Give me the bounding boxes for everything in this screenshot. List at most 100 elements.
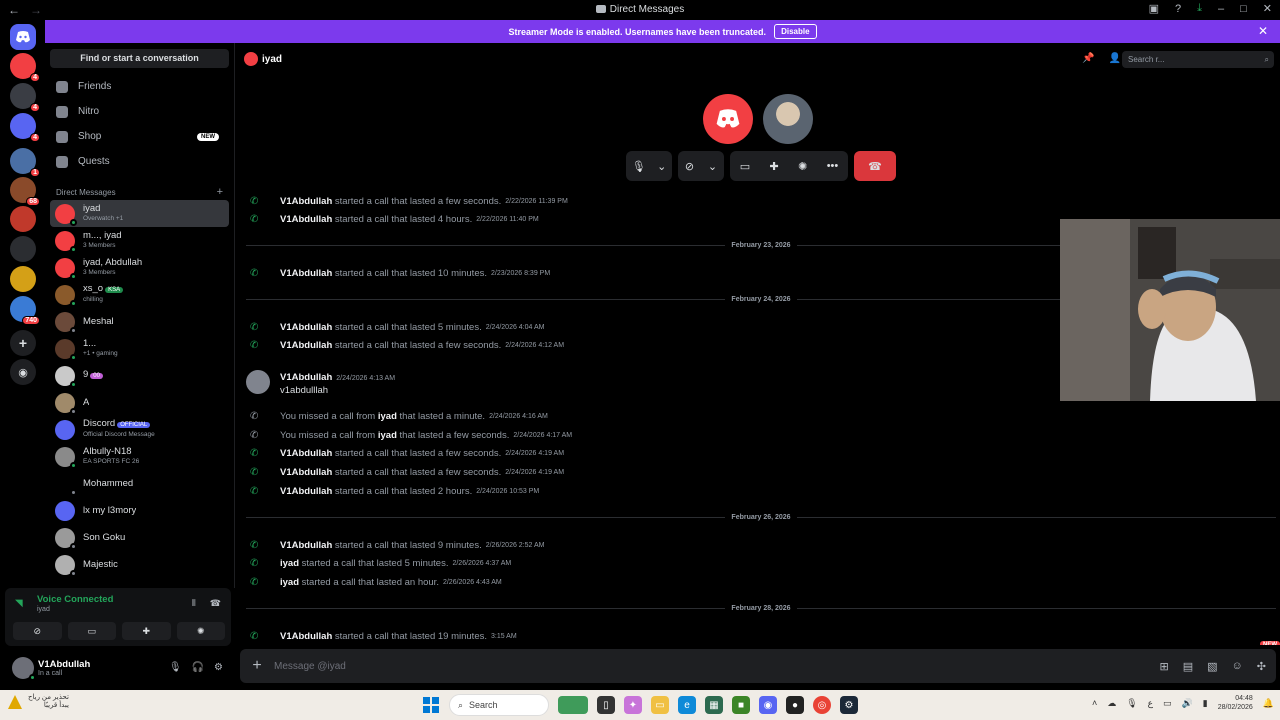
discover-icon[interactable]: ◉	[10, 359, 36, 385]
nav-item-friends[interactable]: Friends	[50, 74, 229, 99]
nav-item-quests[interactable]: Quests	[50, 149, 229, 174]
download-icon[interactable]: ⤓	[1197, 2, 1202, 15]
chrome-icon[interactable]: ◎	[813, 696, 831, 714]
call-participant-avatar[interactable]	[703, 94, 753, 144]
network-icon[interactable]: ▭	[1163, 698, 1172, 709]
volume-icon[interactable]: 🔊	[1182, 698, 1193, 709]
settings-gear-icon[interactable]: ⚙	[214, 662, 223, 673]
dm-list-item[interactable]: Mohammed	[50, 470, 229, 497]
dm-list-item[interactable]: Albully-N18 EA SPORTS FC 26	[50, 443, 229, 470]
game-app-icon[interactable]: ●	[786, 696, 804, 714]
add-friends-to-dm-icon[interactable]: 👤	[1109, 53, 1121, 64]
author-name[interactable]: iyad	[378, 411, 397, 422]
dm-list-item[interactable]: Discord OFFICIAL Official Discord Message	[50, 416, 229, 443]
search-input[interactable]: Search r... ⌕	[1122, 51, 1274, 68]
author-name[interactable]: iyad	[378, 430, 397, 441]
server-icon[interactable]: 4	[10, 113, 40, 142]
pin-icon[interactable]: 📌	[1082, 53, 1094, 64]
chevron-up-icon[interactable]: ˄	[1092, 698, 1097, 708]
sticker-icon[interactable]: ▧	[1207, 660, 1217, 673]
server-icon[interactable]: 68	[10, 177, 40, 206]
voice-status[interactable]: Voice Connected	[37, 594, 113, 605]
create-dm-icon[interactable]: +	[217, 186, 223, 198]
author-name[interactable]: V1Abdullah	[280, 467, 332, 478]
minecraft-icon[interactable]: ■	[732, 696, 750, 714]
author-name[interactable]: iyad	[280, 577, 299, 588]
avatar[interactable]	[12, 656, 36, 681]
disconnect-icon[interactable]: ☎	[210, 598, 221, 609]
server-icon[interactable]: 740	[10, 296, 40, 325]
task-view-icon[interactable]: ▯	[597, 696, 615, 714]
server-icon[interactable]	[10, 206, 36, 232]
upload-plus-icon[interactable]: +	[240, 657, 274, 675]
taskbar-search[interactable]: ⌕ Search	[449, 694, 549, 716]
file-explorer-icon[interactable]: ▭	[651, 696, 669, 714]
camera-off-button[interactable]: ⊘	[13, 622, 62, 640]
dm-list-item[interactable]: Majestic	[50, 551, 229, 578]
discord-taskbar-icon[interactable]: ◉	[759, 696, 777, 714]
author-name[interactable]: V1Abdullah	[280, 631, 332, 642]
microphone-icon[interactable]: 🎙	[169, 662, 182, 673]
close-window-button[interactable]: ✕	[1263, 2, 1272, 15]
noise-suppression-icon[interactable]: ⦀	[192, 598, 196, 609]
screen-share-icon[interactable]: ▭	[740, 160, 750, 173]
dm-list-item[interactable]: xs_o KSA chilling	[50, 281, 229, 308]
store-icon[interactable]: ▦	[705, 696, 723, 714]
nav-item-nitro[interactable]: Nitro	[50, 99, 229, 124]
help-icon[interactable]: ?	[1175, 3, 1181, 15]
author-name[interactable]: iyad	[280, 558, 299, 569]
notifications-icon[interactable]: 🔔	[1263, 698, 1274, 709]
clock[interactable]: 04:48 28/02/2026	[1218, 694, 1253, 712]
author-name[interactable]: V1Abdullah	[280, 322, 332, 333]
input-language[interactable]: ع	[1148, 698, 1153, 709]
author-name[interactable]: V1Abdullah	[280, 340, 332, 351]
home-button[interactable]	[10, 24, 36, 50]
edge-icon[interactable]: e	[678, 696, 696, 714]
gif-icon[interactable]: ▤	[1183, 660, 1193, 673]
weather-widget[interactable]: تحذير من رياح يبدأ قريبًا	[8, 694, 69, 710]
avatar[interactable]	[246, 369, 270, 394]
dm-list-item[interactable]: iyad Overwatch +1	[50, 200, 229, 227]
dm-list-item[interactable]: Meshal	[50, 308, 229, 335]
emoji-icon[interactable]: ☺	[1232, 660, 1243, 673]
maximize-button[interactable]: □	[1240, 3, 1247, 15]
activities-icon[interactable]: ✚	[769, 160, 778, 173]
server-icon[interactable]	[10, 266, 36, 292]
inbox-icon[interactable]: ▣	[1149, 2, 1159, 15]
author-name[interactable]: V1Abdullah	[280, 196, 332, 207]
chevron-down-icon[interactable]: ⌄	[657, 160, 666, 173]
message-input[interactable]: Message @iyad	[274, 661, 346, 672]
battery-icon[interactable]: ▮	[1203, 698, 1208, 709]
author-name[interactable]: V1Abdullah	[280, 268, 332, 279]
mute-button[interactable]: 🎙 ⌄	[626, 151, 672, 181]
chevron-down-icon[interactable]: ⌄	[708, 160, 717, 173]
headphones-icon[interactable]: 🎧	[192, 662, 204, 673]
close-banner-icon[interactable]: ✕	[1258, 24, 1268, 38]
author-name[interactable]: V1Abdullah	[280, 448, 332, 459]
copilot-icon[interactable]: ✦	[624, 696, 642, 714]
disable-streamer-mode-button[interactable]: Disable	[774, 24, 817, 39]
windows-start-icon[interactable]	[422, 696, 440, 714]
end-call-button[interactable]: ☎	[854, 151, 896, 181]
dm-list-item[interactable]: m..., iyad 3 Members	[50, 227, 229, 254]
message-author[interactable]: V1Abdullah 2/24/2026 4:13 AM	[280, 372, 395, 383]
dm-list-item[interactable]: A	[50, 389, 229, 416]
camera-button[interactable]: ⊘ ⌄	[678, 151, 724, 181]
widgets-icon[interactable]	[558, 696, 588, 714]
author-name[interactable]: V1Abdullah	[280, 540, 332, 551]
server-icon[interactable]: 4	[10, 53, 40, 82]
find-conversation-button[interactable]: Find or start a conversation	[50, 49, 229, 68]
minimize-button[interactable]: –	[1218, 3, 1224, 15]
call-participant-avatar[interactable]	[763, 94, 813, 144]
apps-icon[interactable]: ✣	[1257, 660, 1266, 673]
more-options-icon[interactable]: •••	[827, 160, 839, 172]
user-info[interactable]: V1Abdullah In a call	[38, 659, 90, 677]
microphone-tray-icon[interactable]: 🎙	[1126, 698, 1137, 709]
dm-list-item[interactable]: 9 00	[50, 362, 229, 389]
dm-list-item[interactable]: Son Goku	[50, 524, 229, 551]
soundboard-icon[interactable]: ✺	[798, 160, 807, 173]
server-icon[interactable]: 1	[10, 148, 40, 177]
server-icon[interactable]	[10, 236, 36, 262]
dm-list-item[interactable]: lx my l3mory	[50, 497, 229, 524]
activities-button[interactable]: ✚	[122, 622, 171, 640]
